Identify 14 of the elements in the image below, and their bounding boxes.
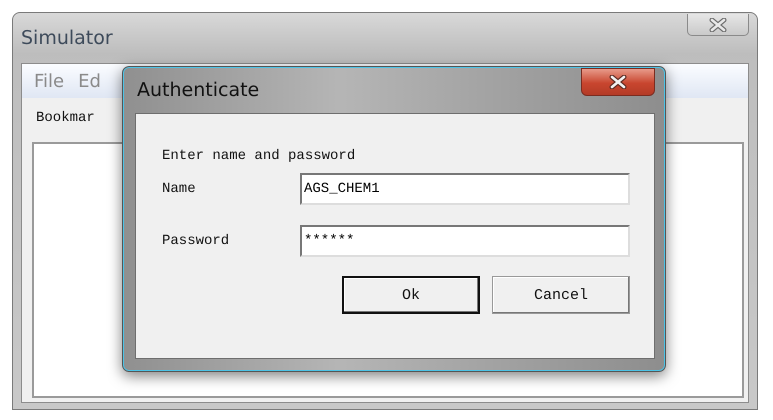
close-button[interactable] (687, 14, 749, 36)
dialog-button[interactable]: Cancel (492, 276, 630, 314)
tab[interactable]: Bookmar (36, 110, 95, 126)
dialog-button[interactable]: Ok (342, 276, 480, 314)
field-label: Name (162, 181, 197, 197)
input-field[interactable]: ****** (300, 225, 630, 257)
close-button[interactable] (581, 68, 655, 96)
prompt-text: Enter name and password (162, 148, 356, 164)
field-label: Password (162, 233, 230, 249)
close-icon (609, 75, 627, 89)
input-field[interactable]: AGS_CHEM1 (300, 173, 630, 205)
close-icon (709, 18, 727, 32)
dialog-title: Authenticate (137, 79, 260, 101)
window-title: Simulator (21, 27, 113, 49)
